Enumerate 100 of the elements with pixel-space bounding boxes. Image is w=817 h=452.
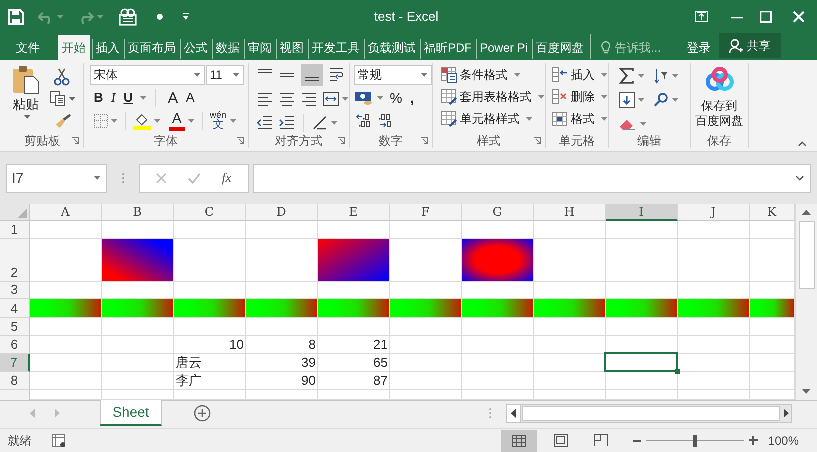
- column-header[interactable]: G: [462, 204, 534, 221]
- scroll-down-icon[interactable]: [802, 389, 811, 394]
- dropdown-field[interactable]: 11: [206, 65, 244, 85]
- sheet-tab[interactable]: Sheet: [100, 400, 162, 426]
- fill-color-icon[interactable]: [133, 112, 151, 130]
- format-painter-icon[interactable]: [54, 113, 72, 130]
- row-header[interactable]: 3: [0, 282, 30, 299]
- caret-icon[interactable]: [638, 98, 645, 102]
- dialog-launcher-icon[interactable]: [237, 137, 244, 144]
- insert-function-button[interactable]: fx: [222, 168, 232, 188]
- sign-in-link[interactable]: 登录: [683, 35, 716, 60]
- orientation-icon[interactable]: [312, 115, 328, 131]
- increase-decimal-icon[interactable]: [356, 114, 372, 128]
- scroll-thumb[interactable]: [798, 221, 814, 289]
- column-header[interactable]: C: [174, 204, 246, 221]
- cell-styles-button[interactable]: 单元格样式: [441, 108, 545, 130]
- clipboard-icon[interactable]: [11, 65, 41, 95]
- table-format-icon[interactable]: [441, 89, 457, 105]
- delete-cells-icon[interactable]: [552, 89, 568, 105]
- cell-styles-icon[interactable]: [441, 111, 457, 127]
- touch-mode-icon[interactable]: [118, 8, 138, 26]
- caret-icon[interactable]: [188, 119, 195, 123]
- comma-button[interactable]: ,: [406, 88, 418, 108]
- collapse-ribbon-icon[interactable]: [798, 141, 807, 147]
- ribbon-options-icon[interactable]: [695, 11, 708, 22]
- caret-icon[interactable]: [672, 98, 679, 102]
- caret-icon[interactable]: [601, 117, 608, 121]
- active-cell-outline[interactable]: [604, 352, 678, 372]
- align-right-icon[interactable]: [301, 92, 317, 106]
- column-header[interactable]: K: [750, 204, 795, 221]
- decrease-decimal-icon[interactable]: [378, 114, 394, 128]
- caret-icon[interactable]: [331, 121, 338, 125]
- zoom-level[interactable]: 100%: [768, 432, 799, 450]
- caret-icon[interactable]: [672, 74, 679, 78]
- dropdown-field[interactable]: 宋体: [90, 65, 205, 85]
- percent-button[interactable]: %: [386, 88, 406, 108]
- grow-font-button[interactable]: A: [164, 88, 182, 108]
- caret-icon[interactable]: [342, 97, 349, 101]
- caret-icon[interactable]: [538, 95, 545, 99]
- column-header[interactable]: B: [102, 204, 174, 221]
- search-icon[interactable]: [653, 92, 669, 108]
- column-header[interactable]: E: [318, 204, 390, 221]
- ribbon-tab[interactable]: 开发工具: [308, 35, 364, 60]
- save-icon[interactable]: [8, 8, 24, 24]
- customize-icon[interactable]: [182, 12, 190, 21]
- horizontal-scrollbar[interactable]: [506, 404, 792, 423]
- row-header[interactable]: 4: [0, 299, 30, 318]
- name-box[interactable]: I7: [6, 164, 107, 192]
- caret-icon[interactable]: [601, 73, 608, 77]
- caret-icon[interactable]: [194, 73, 201, 77]
- caret-icon[interactable]: [111, 119, 118, 123]
- zoom-slider[interactable]: [646, 434, 744, 446]
- ribbon-tab[interactable]: 百度网盘: [532, 35, 588, 60]
- scroll-right-icon[interactable]: [784, 409, 788, 418]
- normal-view-icon[interactable]: [512, 434, 526, 446]
- row-header[interactable]: 6: [0, 336, 30, 354]
- row-header[interactable]: 2: [0, 239, 30, 282]
- ribbon-tab[interactable]: 视图: [276, 35, 308, 60]
- delete-cells-button[interactable]: 删除: [552, 86, 608, 108]
- ribbon-tab[interactable]: 福昕PDF: [420, 35, 476, 60]
- align-left-icon[interactable]: [257, 92, 273, 106]
- font-color-button[interactable]: A: [169, 111, 185, 131]
- insert-cells-icon[interactable]: [552, 67, 568, 83]
- tell-me-field[interactable]: 告诉我...: [615, 38, 678, 56]
- ribbon-tab[interactable]: 负载测试: [364, 35, 420, 60]
- dropdown-field[interactable]: 常规: [354, 65, 432, 85]
- scroll-up-icon[interactable]: [802, 210, 811, 215]
- row-header[interactable]: 8: [0, 372, 30, 390]
- column-header[interactable]: I: [606, 204, 678, 221]
- sort-filter-icon[interactable]: [653, 68, 669, 84]
- maximize-icon[interactable]: [760, 10, 772, 22]
- dialog-launcher-icon[interactable]: [421, 137, 428, 144]
- caret-icon[interactable]: [154, 119, 161, 123]
- ribbon-tab[interactable]: 开始: [58, 35, 90, 60]
- add-sheet-icon[interactable]: [194, 404, 211, 422]
- page-layout-icon[interactable]: [554, 434, 568, 447]
- caret-icon[interactable]: [526, 117, 533, 121]
- ribbon-tab[interactable]: 审阅: [244, 35, 276, 60]
- italic-button[interactable]: I: [107, 88, 120, 108]
- dialog-launcher-icon[interactable]: [534, 137, 541, 144]
- merge-cells-icon[interactable]: [323, 92, 339, 106]
- autosum-icon[interactable]: [619, 68, 635, 84]
- close-icon[interactable]: [793, 10, 806, 22]
- row-header[interactable]: 1: [0, 221, 30, 239]
- column-header[interactable]: F: [390, 204, 462, 221]
- caret-icon[interactable]: [601, 95, 608, 99]
- phonetic-button[interactable]: wén 文: [210, 111, 227, 131]
- dot-icon[interactable]: [156, 12, 164, 20]
- ribbon-tab[interactable]: 数据: [212, 35, 244, 60]
- increase-indent-icon[interactable]: [279, 116, 295, 130]
- page-break-icon[interactable]: [594, 434, 608, 447]
- conditional-format-icon[interactable]: [441, 67, 457, 83]
- cloud-logo-icon[interactable]: [706, 67, 734, 93]
- caret-icon[interactable]: [230, 119, 237, 123]
- paste-button[interactable]: 粘贴: [8, 63, 44, 134]
- person-add-icon[interactable]: [729, 38, 744, 52]
- column-header[interactable]: A: [30, 204, 102, 221]
- decrease-indent-icon[interactable]: [257, 116, 273, 130]
- align-center-icon[interactable]: [279, 92, 295, 106]
- caret-icon[interactable]: [140, 96, 148, 100]
